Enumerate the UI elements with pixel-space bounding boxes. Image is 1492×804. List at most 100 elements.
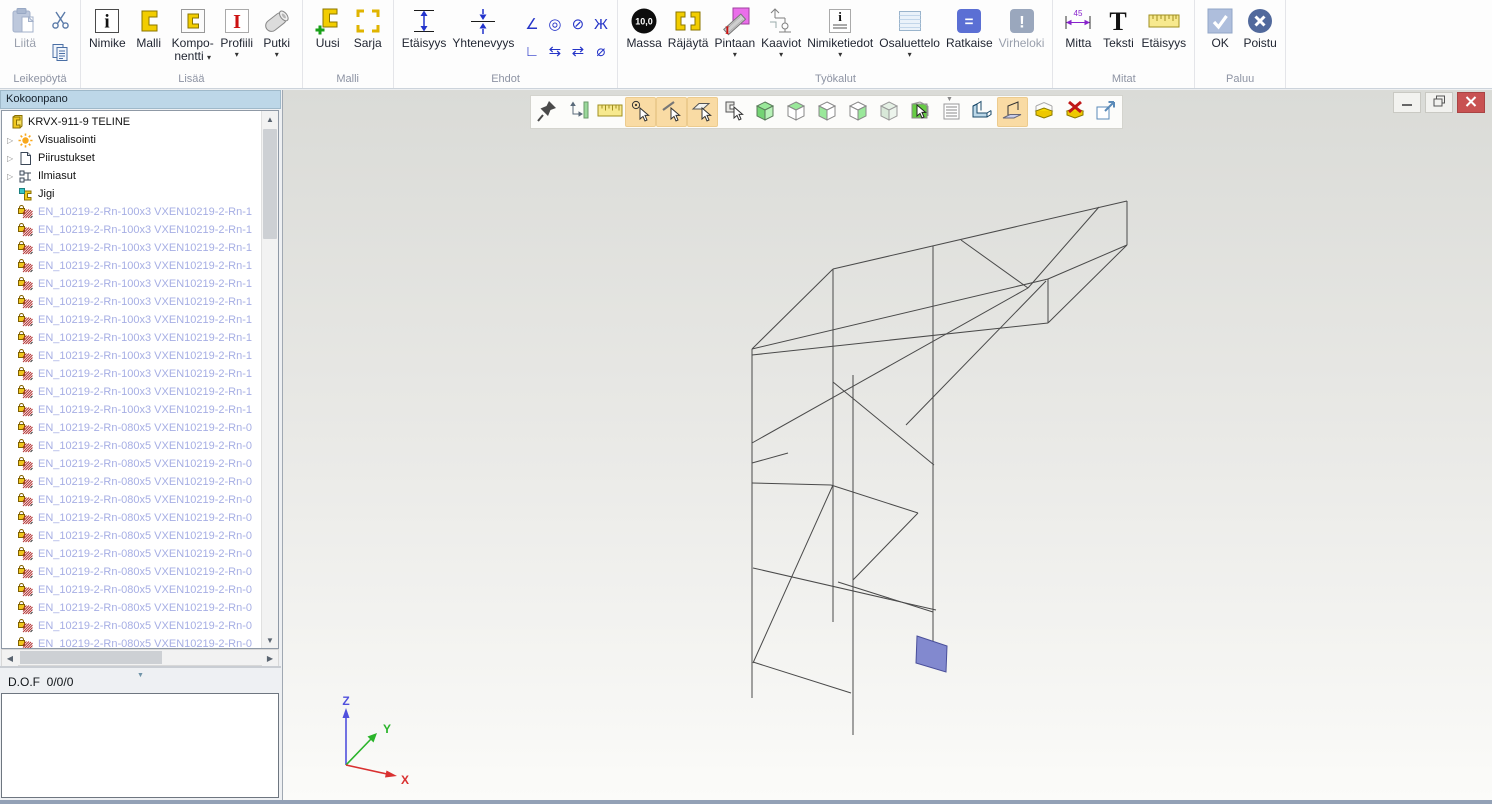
rajayta-button[interactable]: Räjäytä xyxy=(665,2,712,73)
select-profile-button[interactable] xyxy=(718,97,749,127)
massa-button[interactable]: 10,0Massa xyxy=(623,2,664,73)
mitta-button[interactable]: 45Mitta xyxy=(1058,2,1098,73)
komponentti-button[interactable]: Kompo-nentti ▾ xyxy=(169,2,217,73)
tree-item-part[interactable]: EN_10219-2-Rn-080x5 VXEN10219-2-Rn-0 xyxy=(2,599,261,617)
tree-item-part[interactable]: EN_10219-2-Rn-100x3 VXEN10219-2-Rn-1 xyxy=(2,221,261,239)
ribbon-group-lis-: iNimikeMalliKompo-nentti ▾IProfiili▾Putk… xyxy=(81,0,303,88)
cube-select-button[interactable] xyxy=(904,97,935,127)
tree-item-part[interactable]: EN_10219-2-Rn-100x3 VXEN10219-2-Rn-1 xyxy=(2,275,261,293)
tree-item-part[interactable]: EN_10219-2-Rn-100x3 VXEN10219-2-Rn-1 xyxy=(2,203,261,221)
pin-button[interactable] xyxy=(532,97,563,127)
select-face-button[interactable] xyxy=(687,97,718,127)
tree-item-part[interactable]: EN_10219-2-Rn-080x5 VXEN10219-2-Rn-0 xyxy=(2,419,261,437)
drag-measure-button[interactable] xyxy=(563,97,594,127)
tree-item-part[interactable]: EN_10219-2-Rn-100x3 VXEN10219-2-Rn-1 xyxy=(2,401,261,419)
equal-constraint-icon[interactable]: ⇆ xyxy=(543,38,566,65)
expand-arrow-icon[interactable]: ▷ xyxy=(7,172,18,181)
sketch-plane-button[interactable] xyxy=(997,97,1028,127)
tree-item-part[interactable]: EN_10219-2-Rn-080x5 VXEN10219-2-Rn-0 xyxy=(2,563,261,581)
ruler-mini-button[interactable] xyxy=(594,97,625,127)
profile-l-button[interactable] xyxy=(966,97,997,127)
cube-solid-button[interactable] xyxy=(749,97,780,127)
tree-item-visualisointi[interactable]: ▷Visualisointi xyxy=(2,131,261,149)
tree-item-part[interactable]: EN_10219-2-Rn-100x3 VXEN10219-2-Rn-1 xyxy=(2,329,261,347)
tree-item-part[interactable]: EN_10219-2-Rn-080x5 VXEN10219-2-Rn-0 xyxy=(2,545,261,563)
minimize-button[interactable] xyxy=(1393,92,1421,113)
ratkaise-button[interactable]: =Ratkaise xyxy=(943,2,996,73)
tree-item-part[interactable]: EN_10219-2-Rn-100x3 VXEN10219-2-Rn-1 xyxy=(2,239,261,257)
kaaviot-button[interactable]: Kaaviot▾ xyxy=(758,2,804,73)
tree-item-part[interactable]: EN_10219-2-Rn-080x5 VXEN10219-2-Rn-0 xyxy=(2,617,261,635)
pintaan-button[interactable]: IPintaan▾ xyxy=(711,2,758,73)
etaisyys_v-button[interactable]: Etäisyys xyxy=(399,2,450,73)
tree-item-part[interactable]: EN_10219-2-Rn-100x3 VXEN10219-2-Rn-1 xyxy=(2,293,261,311)
perpendicular-constraint-icon[interactable]: ∟ xyxy=(520,38,543,65)
section-box-delete-button[interactable] xyxy=(1059,97,1090,127)
tree-item-part[interactable]: EN_10219-2-Rn-080x5 VXEN10219-2-Rn-0 xyxy=(2,527,261,545)
putki-button[interactable]: Putki▾ xyxy=(257,2,297,73)
nimike-button[interactable]: iNimike xyxy=(86,2,129,73)
tree-item-part[interactable]: EN_10219-2-Rn-100x3 VXEN10219-2-Rn-1 xyxy=(2,365,261,383)
teksti-button[interactable]: TTeksti xyxy=(1098,2,1138,73)
tree-item-piirustukset[interactable]: ▷Piirustukset xyxy=(2,149,261,167)
tree-item-part[interactable]: EN_10219-2-Rn-080x5 VXEN10219-2-Rn-0 xyxy=(2,437,261,455)
nimiketiedot-button[interactable]: iNimiketiedot▾ xyxy=(804,2,876,73)
tree-item-part[interactable]: EN_10219-2-Rn-080x5 VXEN10219-2-Rn-0 xyxy=(2,455,261,473)
tree-item-part[interactable]: EN_10219-2-Rn-080x5 VXEN10219-2-Rn-0 xyxy=(2,581,261,599)
select-edge-button[interactable] xyxy=(656,97,687,127)
tree-item-part[interactable]: EN_10219-2-Rn-100x3 VXEN10219-2-Rn-1 xyxy=(2,311,261,329)
tree-item-part[interactable]: EN_10219-2-Rn-080x5 VXEN10219-2-Rn-0 xyxy=(2,491,261,509)
fix-constraint-icon[interactable]: ⌀ xyxy=(589,38,612,65)
tree-item-ilmiasut[interactable]: ▷Ilmiasut xyxy=(2,167,261,185)
cut-button[interactable] xyxy=(47,9,73,33)
osaluettelo-button[interactable]: Osaluettelo▾ xyxy=(876,2,943,73)
tree-item-part[interactable]: EN_10219-2-Rn-100x3 VXEN10219-2-Rn-1 xyxy=(2,257,261,275)
scroll-left-icon[interactable]: ◀ xyxy=(2,650,18,666)
expand-arrow-icon[interactable]: ▷ xyxy=(7,154,18,163)
uusi-button[interactable]: Uusi xyxy=(308,2,348,73)
tree-item-part[interactable]: EN_10219-2-Rn-100x3 VXEN10219-2-Rn-1 xyxy=(2,383,261,401)
ok-button[interactable]: OK xyxy=(1200,2,1240,73)
tree-vertical-scrollbar[interactable]: ▲ ▼ xyxy=(261,111,278,648)
cube-left-button[interactable] xyxy=(811,97,842,127)
export-view-button[interactable] xyxy=(1090,97,1121,127)
restore-button[interactable] xyxy=(1425,92,1453,113)
scroll-up-icon[interactable]: ▲ xyxy=(262,111,278,127)
sarja-button[interactable]: Sarja xyxy=(348,2,388,73)
parallel-constraint-icon[interactable]: ⇄ xyxy=(566,38,589,65)
view-list-button[interactable]: ▼ xyxy=(935,97,966,127)
cube-top-button[interactable] xyxy=(780,97,811,127)
virheloki-button[interactable]: !Virheloki xyxy=(996,2,1048,73)
section-box-button[interactable] xyxy=(1028,97,1059,127)
expand-arrow-icon[interactable]: ▷ xyxy=(7,136,18,145)
tree-root-assembly[interactable]: KRVX-911-9 TELINE xyxy=(2,113,261,131)
poistu-button[interactable]: Poistu xyxy=(1240,2,1280,73)
angle-constraint-icon[interactable]: ∠ xyxy=(520,11,543,38)
cube-right-button[interactable] xyxy=(842,97,873,127)
concentric-constraint-icon[interactable]: ◎ xyxy=(543,11,566,38)
tree-horizontal-scrollbar[interactable]: ◀ ▶ xyxy=(1,649,279,666)
tree-item-jigi[interactable]: Jigi xyxy=(2,185,261,203)
ruler-button[interactable]: Etäisyys xyxy=(1138,2,1189,73)
symmetry-constraint-icon[interactable]: Ж xyxy=(589,11,612,38)
yhtenevyys-button[interactable]: Yhtenevyys xyxy=(449,2,517,73)
tree-item-part[interactable]: EN_10219-2-Rn-080x5 VXEN10219-2-Rn-0 xyxy=(2,473,261,491)
model-viewport[interactable]: Z Y X ▼ xyxy=(282,90,1492,800)
select-point-button[interactable] xyxy=(625,97,656,127)
viewport-canvas[interactable]: Z Y X xyxy=(283,90,1492,800)
scroll-down-icon[interactable]: ▼ xyxy=(262,632,278,648)
tree-item-part[interactable]: EN_10219-2-Rn-100x3 VXEN10219-2-Rn-1 xyxy=(2,347,261,365)
profiili-button[interactable]: IProfiili▾ xyxy=(217,2,257,73)
tree-item-part[interactable]: EN_10219-2-Rn-080x5 VXEN10219-2-Rn-0 xyxy=(2,635,261,648)
tree-item-part[interactable]: EN_10219-2-Rn-080x5 VXEN10219-2-Rn-0 xyxy=(2,509,261,527)
cube-translucent-button[interactable] xyxy=(873,97,904,127)
close-button[interactable] xyxy=(1457,92,1485,113)
horizontal-scroll-thumb[interactable] xyxy=(20,651,162,664)
assembly-tree[interactable]: KRVX-911-9 TELINE▷Visualisointi▷Piirustu… xyxy=(1,110,279,649)
scroll-right-icon[interactable]: ▶ xyxy=(262,650,278,666)
vertical-scroll-thumb[interactable] xyxy=(263,129,277,239)
copy-button[interactable] xyxy=(47,42,73,66)
tangent-constraint-icon[interactable]: ⊘ xyxy=(566,11,589,38)
malli-button[interactable]: Malli xyxy=(129,2,169,73)
paste-button[interactable]: Liitä xyxy=(5,2,45,73)
